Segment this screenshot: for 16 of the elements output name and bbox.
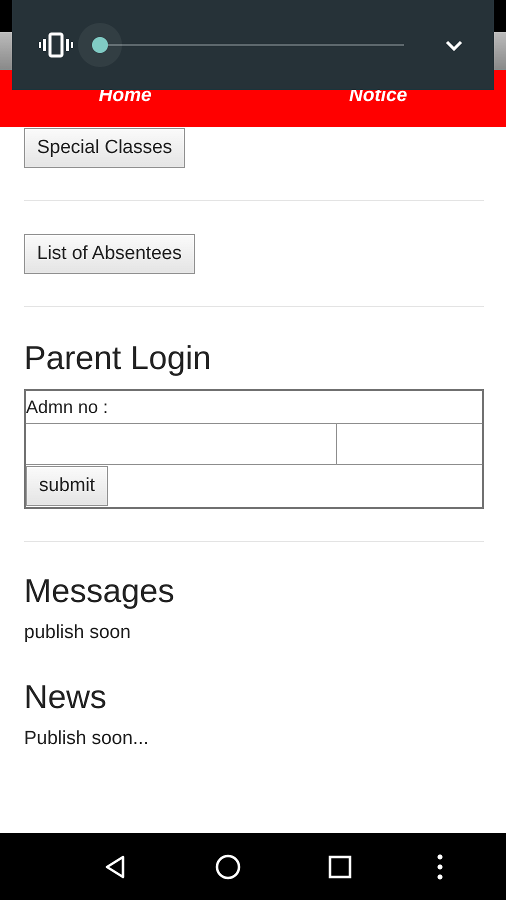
- section-text: publish soon: [24, 622, 132, 644]
- vibrate-icon[interactable]: [38, 31, 74, 59]
- section-heading: Parent Login: [24, 339, 212, 377]
- home-icon[interactable]: [214, 852, 242, 880]
- submit-button[interactable]: submit: [26, 466, 108, 506]
- link-button[interactable]: Special Classes: [24, 128, 186, 168]
- link-button[interactable]: List of Absentees: [24, 234, 195, 274]
- menu-icon[interactable]: [437, 854, 444, 880]
- field-label: Admn no :: [26, 396, 108, 416]
- slider-thumb[interactable]: [92, 37, 108, 53]
- volume-slider[interactable]: [78, 23, 404, 67]
- recents-icon[interactable]: [328, 854, 352, 878]
- chevron-icon[interactable]: [444, 38, 464, 52]
- section-heading: News: [24, 678, 108, 716]
- section-heading: Messages: [24, 572, 176, 610]
- section-text: Publish soon...: [24, 728, 150, 750]
